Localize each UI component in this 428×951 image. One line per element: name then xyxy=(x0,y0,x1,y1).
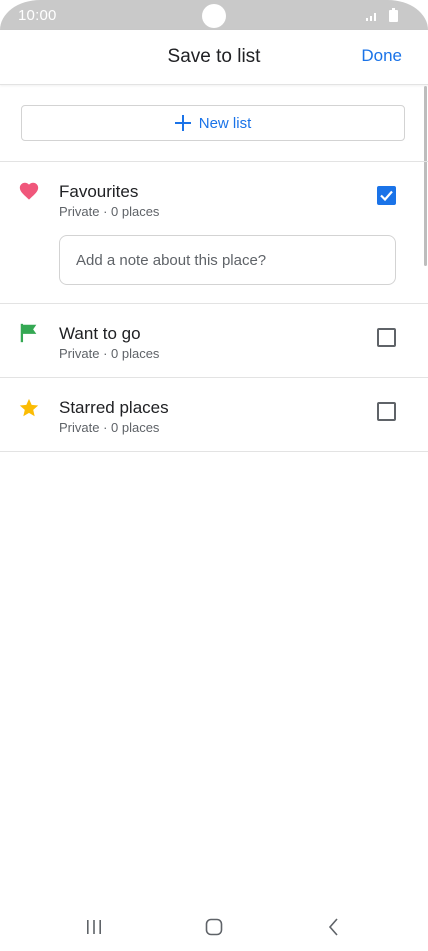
want-to-go-checkbox[interactable] xyxy=(377,328,396,347)
list-item-want-to-go[interactable]: Want to go Private · 0 places xyxy=(0,304,428,377)
recent-apps-icon[interactable] xyxy=(82,915,106,939)
battery-icon xyxy=(389,8,398,22)
status-time: 10:00 xyxy=(18,7,57,24)
plus-icon xyxy=(174,115,191,131)
favourites-checkbox[interactable] xyxy=(377,186,396,205)
list-subtitle: Private · 0 places xyxy=(59,346,160,361)
header: Save to list Done xyxy=(0,30,428,85)
new-list-button[interactable]: New list xyxy=(21,105,405,141)
list-subtitle: Private · 0 places xyxy=(59,204,160,219)
signal-icon xyxy=(366,13,376,21)
back-icon[interactable] xyxy=(322,915,346,939)
status-bar: 10:00 xyxy=(0,0,428,30)
list-subtitle: Private · 0 places xyxy=(59,420,160,435)
starred-places-checkbox[interactable] xyxy=(377,402,396,421)
done-button[interactable]: Done xyxy=(361,46,402,66)
note-input[interactable] xyxy=(59,235,396,285)
camera-cutout xyxy=(202,4,226,28)
divider xyxy=(0,451,428,452)
list-item-starred-places[interactable]: Starred places Private · 0 places xyxy=(0,378,428,451)
star-icon xyxy=(19,398,39,417)
flag-icon xyxy=(20,323,37,343)
navigation-bar xyxy=(0,903,428,951)
list-title: Starred places xyxy=(59,398,169,417)
save-to-list-screen: 10:00 Save to list Done New list Favouri… xyxy=(0,0,428,951)
checkmark-icon xyxy=(380,190,393,202)
home-icon[interactable] xyxy=(202,915,226,939)
list-title: Want to go xyxy=(59,324,141,343)
list-title: Favourites xyxy=(59,182,139,201)
heart-icon xyxy=(19,182,39,200)
new-list-label: New list xyxy=(198,114,252,132)
